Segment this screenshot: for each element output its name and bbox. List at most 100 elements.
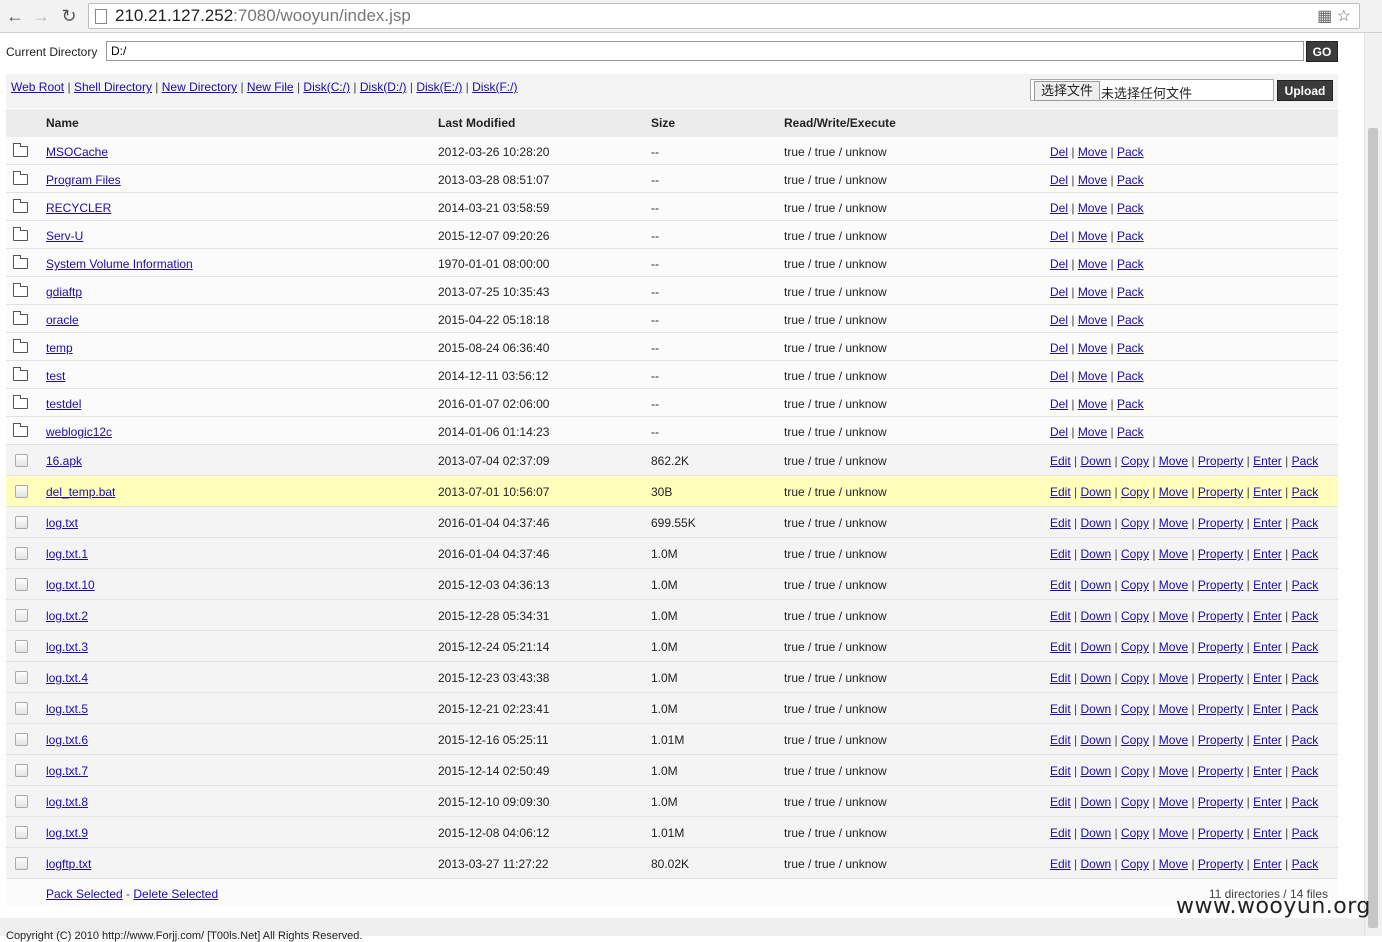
file-select-checkbox[interactable] (15, 640, 28, 653)
translate-icon[interactable]: ▦ (1317, 8, 1332, 25)
edit-link[interactable]: Edit (1050, 609, 1071, 623)
directory-name-link[interactable]: weblogic12c (46, 425, 112, 439)
move-link[interactable]: Move (1078, 369, 1107, 383)
file-row[interactable]: log.txt.5 2015-12-21 02:23:41 1.0M true / t… (6, 693, 1338, 724)
move-link[interactable]: Move (1159, 485, 1188, 499)
file-select-checkbox[interactable] (15, 578, 28, 591)
file-row[interactable]: log.txt.9 2015-12-08 04:06:12 1.01M true / … (6, 817, 1338, 848)
copy-link[interactable]: Copy (1121, 671, 1149, 685)
enter-link[interactable]: Enter (1253, 733, 1282, 747)
move-link[interactable]: Move (1078, 201, 1107, 215)
pack-link[interactable]: Pack (1292, 795, 1319, 809)
property-link[interactable]: Property (1198, 640, 1243, 654)
toolbar-link-shell-directory[interactable]: Shell Directory (74, 80, 152, 94)
file-select-checkbox[interactable] (15, 671, 28, 684)
file-name-link[interactable]: log.txt.2 (46, 609, 88, 623)
file-name-link[interactable]: logftp.txt (46, 857, 91, 871)
file-select-checkbox[interactable] (15, 826, 28, 839)
file-select-checkbox[interactable] (15, 609, 28, 622)
del-link[interactable]: Del (1050, 397, 1068, 411)
move-link[interactable]: Move (1159, 671, 1188, 685)
move-link[interactable]: Move (1159, 547, 1188, 561)
down-link[interactable]: Down (1080, 578, 1111, 592)
toolbar-link-disk-c[interactable]: Disk(C:/) (303, 80, 350, 94)
pack-link[interactable]: Pack (1117, 285, 1144, 299)
down-link[interactable]: Down (1080, 516, 1111, 530)
file-select-checkbox[interactable] (15, 733, 28, 746)
copy-link[interactable]: Copy (1121, 485, 1149, 499)
header-last-modified[interactable]: Last Modified (438, 116, 515, 130)
directory-name-link[interactable]: Program Files (46, 173, 121, 187)
property-link[interactable]: Property (1198, 578, 1243, 592)
pack-link[interactable]: Pack (1292, 578, 1319, 592)
pack-link[interactable]: Pack (1292, 733, 1319, 747)
directory-name-link[interactable]: oracle (46, 313, 79, 327)
file-chooser[interactable]: 选择文件 未选择任何文件 (1030, 79, 1274, 101)
move-link[interactable]: Move (1078, 425, 1107, 439)
file-select-checkbox[interactable] (15, 485, 28, 498)
edit-link[interactable]: Edit (1050, 795, 1071, 809)
del-link[interactable]: Del (1050, 369, 1068, 383)
down-link[interactable]: Down (1080, 671, 1111, 685)
directory-row[interactable]: gdiaftp 2013-07-25 10:35:43 -- true / true … (6, 277, 1338, 305)
directory-row[interactable]: System Volume Information 1970-01-01 08:0… (6, 249, 1338, 277)
scrollbar-thumb[interactable] (1368, 128, 1378, 928)
file-select-checkbox[interactable] (15, 454, 28, 467)
copy-link[interactable]: Copy (1121, 826, 1149, 840)
move-link[interactable]: Move (1159, 764, 1188, 778)
file-name-link[interactable]: log.txt.6 (46, 733, 88, 747)
property-link[interactable]: Property (1198, 702, 1243, 716)
directory-name-link[interactable]: MSOCache (46, 145, 108, 159)
pack-link[interactable]: Pack (1292, 454, 1319, 468)
enter-link[interactable]: Enter (1253, 826, 1282, 840)
pack-link[interactable]: Pack (1292, 516, 1319, 530)
choose-file-button[interactable]: 选择文件 (1034, 81, 1101, 101)
file-name-link[interactable]: 16.apk (46, 454, 82, 468)
move-link[interactable]: Move (1159, 609, 1188, 623)
move-link[interactable]: Move (1078, 229, 1107, 243)
property-link[interactable]: Property (1198, 795, 1243, 809)
copy-link[interactable]: Copy (1121, 857, 1149, 871)
file-row[interactable]: 16.apk 2013-07-04 02:37:09 862.2K true / tr… (6, 445, 1338, 476)
directory-name-link[interactable]: test (46, 369, 65, 383)
file-row[interactable]: log.txt.8 2015-12-10 09:09:30 1.0M true / t… (6, 786, 1338, 817)
move-link[interactable]: Move (1159, 857, 1188, 871)
pack-link[interactable]: Pack (1292, 547, 1319, 561)
pack-link[interactable]: Pack (1292, 485, 1319, 499)
down-link[interactable]: Down (1080, 702, 1111, 716)
file-row[interactable]: log.txt.10 2015-12-03 04:36:13 1.0M true / … (6, 569, 1338, 600)
move-link[interactable]: Move (1078, 285, 1107, 299)
file-name-link[interactable]: log.txt.5 (46, 702, 88, 716)
directory-name-link[interactable]: System Volume Information (46, 257, 193, 271)
copy-link[interactable]: Copy (1121, 764, 1149, 778)
directory-row[interactable]: Program Files 2013-03-28 08:51:07 -- true /… (6, 165, 1338, 193)
pack-link[interactable]: Pack (1117, 229, 1144, 243)
move-link[interactable]: Move (1078, 397, 1107, 411)
copy-link[interactable]: Copy (1121, 733, 1149, 747)
del-link[interactable]: Del (1050, 201, 1068, 215)
pack-link[interactable]: Pack (1117, 257, 1144, 271)
toolbar-link-disk-f[interactable]: Disk(F:/) (472, 80, 517, 94)
edit-link[interactable]: Edit (1050, 764, 1071, 778)
current-directory-input[interactable] (106, 41, 1304, 61)
file-name-link[interactable]: log.txt.8 (46, 795, 88, 809)
property-link[interactable]: Property (1198, 733, 1243, 747)
down-link[interactable]: Down (1080, 485, 1111, 499)
file-row[interactable]: log.txt.1 2016-01-04 04:37:46 1.0M true / t… (6, 538, 1338, 569)
enter-link[interactable]: Enter (1253, 516, 1282, 530)
directory-row[interactable]: weblogic12c 2014-01-06 01:14:23 -- true / t… (6, 417, 1338, 445)
file-row[interactable]: log.txt 2016-01-04 04:37:46 699.55K true / … (6, 507, 1338, 538)
address-url[interactable]: 210.21.127.252:7080/wooyun/index.jsp (115, 6, 411, 26)
copy-link[interactable]: Copy (1121, 609, 1149, 623)
directory-name-link[interactable]: RECYCLER (46, 201, 111, 215)
copy-link[interactable]: Copy (1121, 795, 1149, 809)
move-link[interactable]: Move (1159, 454, 1188, 468)
move-link[interactable]: Move (1078, 145, 1107, 159)
pack-link[interactable]: Pack (1117, 369, 1144, 383)
enter-link[interactable]: Enter (1253, 764, 1282, 778)
copy-link[interactable]: Copy (1121, 702, 1149, 716)
move-link[interactable]: Move (1078, 341, 1107, 355)
file-select-checkbox[interactable] (15, 516, 28, 529)
property-link[interactable]: Property (1198, 671, 1243, 685)
pack-link[interactable]: Pack (1117, 145, 1144, 159)
